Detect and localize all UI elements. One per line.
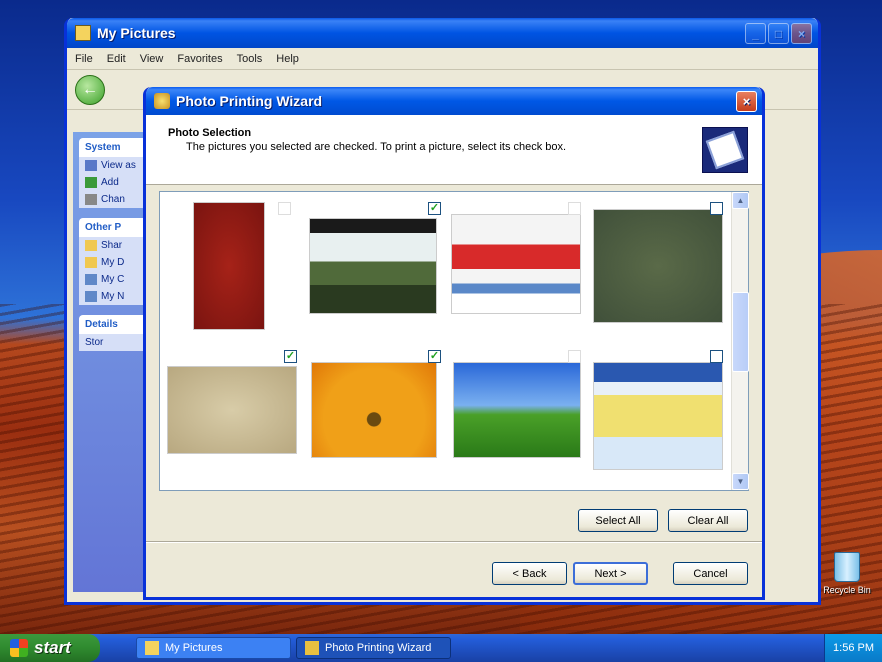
taskbar: start My Pictures Photo Printing Wizard … xyxy=(0,634,882,662)
system-tasks-panel: System View as Add Chan xyxy=(79,138,147,208)
next-button[interactable]: Next > xyxy=(573,562,648,585)
task-item[interactable]: Add xyxy=(79,174,147,191)
photo-checkbox[interactable] xyxy=(710,202,723,215)
folder-icon xyxy=(75,25,91,41)
slideshow-icon xyxy=(85,160,97,171)
menu-edit[interactable]: Edit xyxy=(107,53,126,65)
back-button[interactable]: < Back xyxy=(492,562,567,585)
wizard-titlebar[interactable]: Photo Printing Wizard × xyxy=(146,87,762,115)
photo-checkbox[interactable] xyxy=(568,350,581,363)
network-icon xyxy=(85,291,97,302)
photo-thumbnail[interactable] xyxy=(452,360,582,460)
close-button[interactable]: × xyxy=(736,91,757,112)
menu-bar: File Edit View Favorites Tools Help xyxy=(67,48,818,70)
web-screenshot-blue-image xyxy=(593,362,723,470)
menu-favorites[interactable]: Favorites xyxy=(177,53,222,65)
close-button[interactable]: × xyxy=(791,23,812,44)
add-icon xyxy=(85,177,97,188)
folder-icon xyxy=(85,240,97,251)
start-label: start xyxy=(34,638,71,657)
select-all-button[interactable]: Select All xyxy=(578,509,658,532)
recycle-bin[interactable]: Recycle Bin xyxy=(822,552,872,595)
wizard-header: Photo Selection The pictures you selecte… xyxy=(146,115,762,185)
menu-file[interactable]: File xyxy=(75,53,93,65)
place-item[interactable]: My N xyxy=(79,288,147,305)
wizard-logo-icon xyxy=(702,127,748,173)
tree-landscape-image xyxy=(309,218,437,314)
photo-checkbox[interactable] xyxy=(710,350,723,363)
tasks-sidebar: System View as Add Chan Other P Shar My … xyxy=(73,132,153,592)
settings-icon xyxy=(85,194,97,205)
orange-flower-image xyxy=(311,362,437,458)
photo-thumbnail[interactable] xyxy=(592,360,724,472)
panel-header[interactable]: Details xyxy=(79,315,147,334)
recycle-bin-label: Recycle Bin xyxy=(823,585,871,595)
red-texture-image xyxy=(193,202,265,330)
header-title: Photo Selection xyxy=(168,127,252,139)
separator xyxy=(146,541,762,543)
dried-flowers-image xyxy=(167,366,297,454)
task-item[interactable]: Chan xyxy=(79,191,147,208)
place-item[interactable]: Shar xyxy=(79,237,147,254)
green-texture-image xyxy=(593,209,723,323)
printer-wizard-icon xyxy=(154,93,170,109)
details-text: Stor xyxy=(85,337,104,348)
photo-checkbox[interactable]: ✓ xyxy=(284,350,297,363)
menu-view[interactable]: View xyxy=(140,53,164,65)
computer-icon xyxy=(85,274,97,285)
back-arrow-icon[interactable]: ← xyxy=(75,74,105,105)
printer-wizard-icon xyxy=(305,641,319,655)
clock[interactable]: 1:56 PM xyxy=(833,642,874,654)
place-item[interactable]: My D xyxy=(79,254,147,271)
photo-thumbnail[interactable] xyxy=(310,360,438,460)
menu-tools[interactable]: Tools xyxy=(237,53,263,65)
menu-help[interactable]: Help xyxy=(276,53,299,65)
details-panel: Details Stor xyxy=(79,315,147,351)
scroll-down-icon[interactable]: ▼ xyxy=(732,473,749,490)
task-item[interactable]: View as xyxy=(79,157,147,174)
photo-checkbox[interactable]: ✓ xyxy=(428,202,441,215)
photo-checkbox[interactable]: ✓ xyxy=(428,350,441,363)
panel-header[interactable]: Other P xyxy=(79,218,147,237)
maximize-button[interactable]: □ xyxy=(768,23,789,44)
photo-checkbox[interactable] xyxy=(278,202,291,215)
photo-thumbnail[interactable] xyxy=(190,200,268,332)
window-title: My Pictures xyxy=(97,25,176,41)
photo-list[interactable]: ✓ ✓ ✓ ▲ ▼ xyxy=(159,191,749,491)
photo-printing-wizard[interactable]: Photo Printing Wizard × Photo Selection … xyxy=(143,87,765,600)
web-screenshot-red-image xyxy=(451,214,581,314)
my-pictures-titlebar[interactable]: My Pictures _ □ × xyxy=(67,18,818,48)
place-item[interactable]: My C xyxy=(79,271,147,288)
panel-header[interactable]: System xyxy=(79,138,147,157)
taskbar-item-my-pictures[interactable]: My Pictures xyxy=(136,637,291,659)
photo-thumbnail[interactable] xyxy=(166,364,298,456)
vertical-scrollbar[interactable]: ▲ ▼ xyxy=(731,192,749,490)
folder-icon xyxy=(85,257,97,268)
photo-thumbnail[interactable] xyxy=(450,212,582,316)
taskbar-item-photo-wizard[interactable]: Photo Printing Wizard xyxy=(296,637,451,659)
photo-thumbnail[interactable] xyxy=(308,216,438,316)
recycle-bin-icon xyxy=(834,552,860,582)
folder-icon xyxy=(145,641,159,655)
other-places-panel: Other P Shar My D My C My N xyxy=(79,218,147,305)
photo-thumbnail[interactable] xyxy=(592,207,724,325)
start-button[interactable]: start xyxy=(0,634,100,662)
windows-logo-icon xyxy=(10,639,28,657)
clear-all-button[interactable]: Clear All xyxy=(668,509,748,532)
header-subtitle: The pictures you selected are checked. T… xyxy=(186,141,567,153)
photo-checkbox[interactable] xyxy=(568,202,581,215)
cancel-button[interactable]: Cancel xyxy=(673,562,748,585)
minimize-button[interactable]: _ xyxy=(745,23,766,44)
scroll-thumb[interactable] xyxy=(732,292,749,372)
system-tray: 1:56 PM xyxy=(824,634,882,662)
wizard-title: Photo Printing Wizard xyxy=(176,93,323,109)
scroll-up-icon[interactable]: ▲ xyxy=(732,192,749,209)
bliss-hill-image xyxy=(453,362,581,458)
